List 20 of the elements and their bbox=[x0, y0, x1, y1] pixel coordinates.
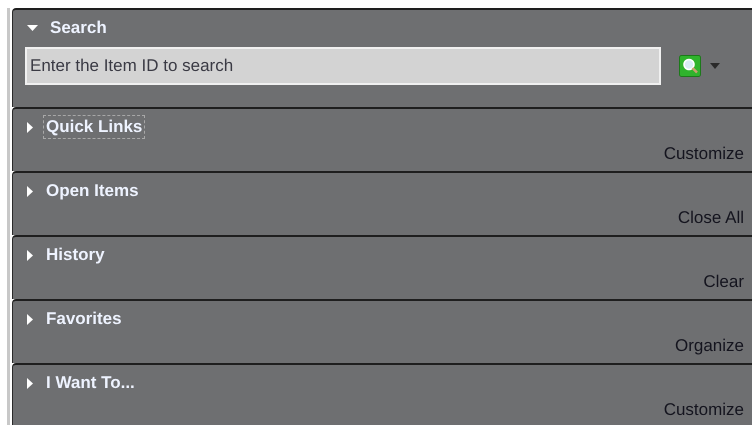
section-title[interactable]: Favorites bbox=[43, 307, 125, 331]
caret-icon[interactable] bbox=[27, 250, 34, 260]
caret-icon[interactable] bbox=[27, 24, 38, 32]
caret-icon[interactable] bbox=[27, 378, 34, 388]
action-link[interactable]: Close All bbox=[678, 208, 744, 228]
section-title[interactable]: Search bbox=[47, 16, 110, 40]
action-link[interactable]: Customize bbox=[664, 144, 744, 164]
dropdown-caret-icon[interactable] bbox=[710, 63, 720, 69]
caret-icon[interactable] bbox=[27, 314, 34, 324]
action-link[interactable]: Clear bbox=[703, 272, 744, 292]
action-link[interactable]: Organize bbox=[675, 336, 744, 356]
section-title[interactable]: Quick Links bbox=[43, 115, 146, 139]
caret-icon[interactable] bbox=[27, 186, 34, 196]
section-title[interactable]: History bbox=[43, 243, 108, 267]
search-icon[interactable] bbox=[679, 55, 701, 77]
search-field[interactable]: Enter the Item ID to search bbox=[25, 47, 661, 85]
caret-icon[interactable] bbox=[27, 122, 34, 132]
section-title[interactable]: I Want To... bbox=[43, 371, 138, 395]
action-link[interactable]: Customize bbox=[664, 400, 744, 420]
section-title[interactable]: Open Items bbox=[43, 179, 142, 203]
